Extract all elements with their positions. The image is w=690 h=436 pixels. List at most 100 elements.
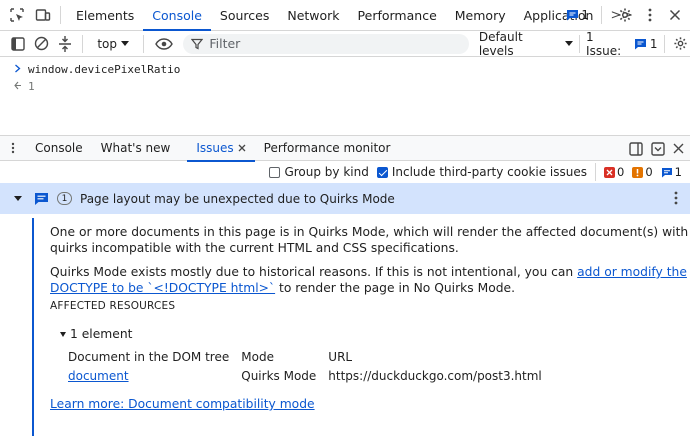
chevron-right-icon	[14, 63, 28, 76]
third-party-cookie-checkbox[interactable]: Include third-party cookie issues	[376, 165, 588, 179]
toolbar-divider	[82, 34, 84, 53]
close-icon[interactable]	[664, 4, 686, 26]
console-toolbar: top Filter Default levels 1 Issue: 1	[0, 29, 690, 58]
toolbar-divider	[595, 163, 597, 181]
result-arrow-icon	[14, 80, 28, 93]
third-party-cookie-label: Include third-party cookie issues	[391, 165, 588, 179]
warning-count-value: 0	[645, 165, 653, 179]
explanation-text-end: to render the page in No Quirks Mode.	[275, 281, 515, 295]
customize-kebab-icon[interactable]	[642, 4, 658, 26]
caret-down-icon	[121, 41, 130, 46]
toolbar-divider	[60, 6, 61, 24]
toolbar-divider	[601, 6, 602, 24]
issue-menu-kebab-icon[interactable]	[674, 191, 678, 205]
table-cell: https://duckduckgo.com/post3.html	[328, 369, 542, 383]
console-settings-gear-icon[interactable]	[671, 34, 690, 54]
issue-details: One or more documents in this page is in…	[32, 218, 690, 436]
learn-more-link[interactable]: Learn more: Document compatibility mode	[50, 396, 315, 412]
affected-elements-count: 1 element	[70, 327, 133, 341]
table-header: Mode	[241, 350, 274, 364]
message-icon	[566, 9, 579, 21]
message-icon	[661, 167, 673, 178]
error-count: 0	[604, 165, 624, 179]
issues-count-button[interactable]: 1 Issue: 1	[586, 30, 657, 58]
devtools-drawer: Console What's new Issues Performance mo…	[0, 135, 690, 436]
device-toolbar-icon[interactable]	[30, 0, 56, 30]
table-header: Document in the DOM tree	[68, 350, 230, 364]
console-input-line: window.devicePixelRatio	[0, 61, 690, 78]
error-icon	[604, 166, 616, 178]
console-result-line: 1	[0, 78, 690, 95]
filter-placeholder: Filter	[209, 36, 241, 51]
clear-console-icon[interactable]	[29, 31, 52, 57]
filter-funnel-icon	[191, 38, 204, 50]
log-levels-label: Default levels	[478, 29, 523, 58]
issue-count-pill: 1	[57, 192, 72, 205]
table-cell: document	[66, 367, 239, 386]
sidebar-toggle-icon[interactable]	[6, 31, 29, 57]
issue-header[interactable]: 1 Page layout may be unexpected due to Q…	[0, 183, 690, 214]
affected-resources-heading: AFFECTED RESOURCES	[50, 300, 176, 312]
context-selector[interactable]: top	[89, 37, 137, 51]
filter-input[interactable]: Filter	[183, 33, 469, 54]
message-icon	[34, 192, 49, 206]
message-icon	[634, 38, 647, 50]
drawer-tab-label: What's new	[100, 141, 171, 155]
close-drawer-icon[interactable]	[673, 143, 684, 154]
live-expression-eye-icon[interactable]	[150, 31, 177, 57]
settings-gear-icon[interactable]	[614, 4, 636, 26]
issues-count-value: 1	[649, 36, 658, 51]
tab-console[interactable]: Console	[143, 0, 211, 31]
drawer-controls	[629, 136, 684, 161]
inspect-element-icon[interactable]	[4, 0, 30, 30]
console-output[interactable]: window.devicePixelRatio 1	[0, 57, 690, 135]
table-cell: Quirks Mode	[241, 369, 317, 383]
info-count: 1	[661, 165, 682, 179]
expand-triangle-icon	[60, 331, 66, 337]
affected-elements-toggle[interactable]: 1 element	[60, 326, 690, 342]
tab-memory[interactable]: Memory	[446, 0, 515, 30]
table-row: document Quirks Mode https://duckduckgo.…	[66, 367, 552, 386]
issues-badge-button[interactable]: 1	[566, 8, 589, 22]
drawer-tab-bar: Console What's new Issues Performance mo…	[0, 136, 690, 162]
minimize-drawer-icon[interactable]	[651, 141, 665, 156]
affected-resources-table: Document in the DOM tree Mode URL docume…	[66, 348, 552, 386]
drawer-tab-label: Console	[35, 141, 83, 155]
devtools-tab-bar: Elements Console Sources Network Perform…	[0, 0, 690, 31]
drawer-menu-kebab-icon[interactable]	[0, 136, 26, 161]
drawer-tab-performance-monitor[interactable]: Performance monitor	[255, 136, 400, 161]
issues-badge-count: 1	[581, 8, 589, 22]
drawer-tab-whats-new[interactable]: What's new	[92, 136, 180, 161]
dock-side-icon[interactable]	[629, 141, 643, 156]
tab-sources[interactable]: Sources	[211, 0, 278, 30]
toolbar-divider	[663, 34, 665, 53]
issue-description: One or more documents in this page is in…	[50, 225, 689, 255]
toolbar-divider	[143, 34, 144, 53]
toolbar-divider	[579, 34, 581, 53]
document-link[interactable]: document	[68, 369, 129, 383]
group-by-kind-checkbox[interactable]: Group by kind	[269, 165, 369, 179]
caret-down-icon	[565, 41, 574, 46]
tab-performance[interactable]: Performance	[349, 0, 446, 30]
issue-title: Page layout may be unexpected due to Qui…	[80, 191, 395, 206]
close-tab-icon[interactable]	[238, 141, 246, 155]
hide-network-icon[interactable]	[53, 31, 76, 57]
tab-elements[interactable]: Elements	[67, 0, 143, 30]
tab-network[interactable]: Network	[278, 0, 348, 30]
error-count-value: 0	[617, 165, 625, 179]
drawer-tab-issues[interactable]: Issues	[187, 136, 255, 162]
table-header-row: Document in the DOM tree Mode URL	[66, 348, 552, 367]
drawer-tab-console[interactable]: Console	[26, 136, 92, 161]
log-levels-dropdown[interactable]: Default levels	[478, 29, 574, 58]
group-by-kind-label: Group by kind	[284, 165, 369, 179]
drawer-tab-label: Performance monitor	[263, 141, 391, 155]
drawer-tab-label: Issues	[196, 141, 234, 155]
issues-toolbar: Group by kind Include third-party cookie…	[0, 161, 690, 183]
context-label: top	[97, 36, 118, 51]
explanation-text: Quirks Mode exists mostly due to histori…	[50, 265, 578, 279]
issues-count-label: 1 Issue:	[586, 29, 622, 58]
table-header: URL	[328, 350, 353, 364]
console-input-text: window.devicePixelRatio	[28, 63, 181, 76]
tab-bar-right-controls: 1	[566, 0, 686, 30]
expand-triangle-icon	[14, 196, 22, 201]
